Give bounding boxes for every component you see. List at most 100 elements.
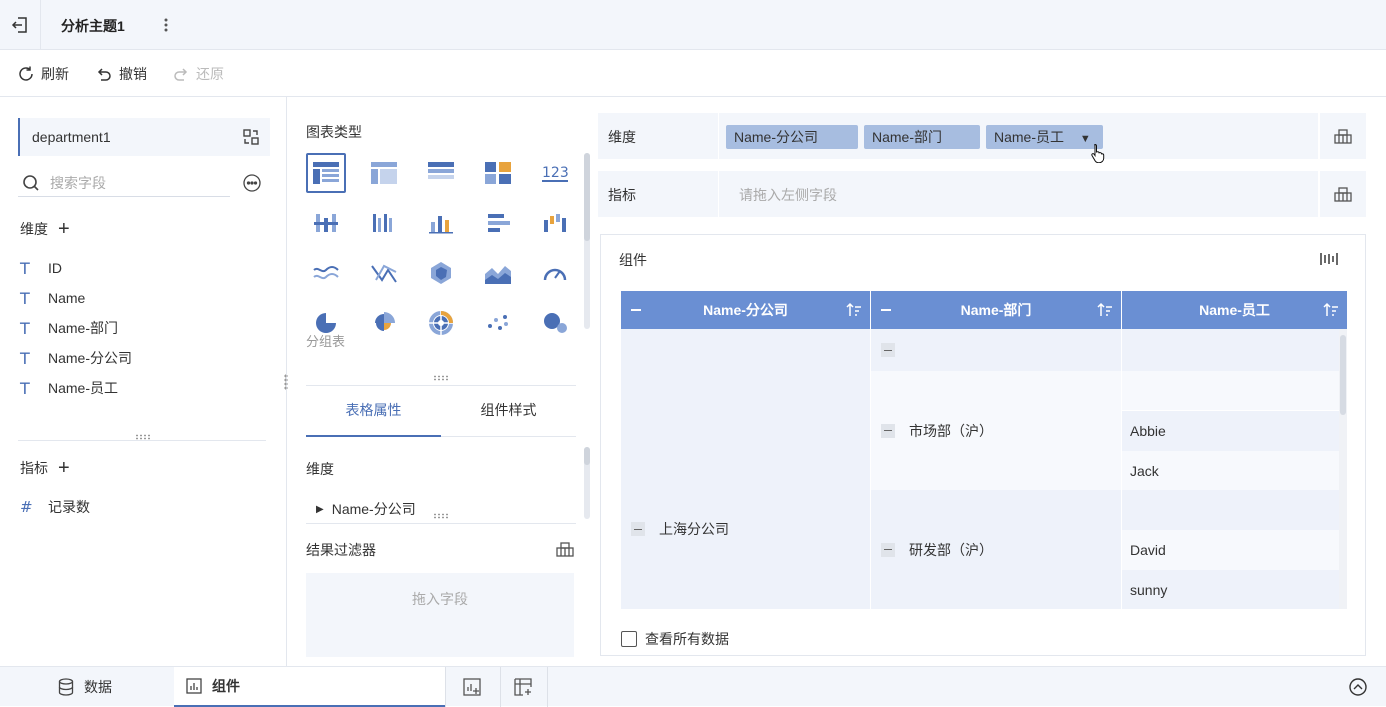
cell-label: Jack bbox=[1130, 462, 1159, 479]
refresh-button[interactable]: 刷新 bbox=[17, 64, 69, 84]
redo-button[interactable]: 还原 bbox=[172, 64, 224, 84]
dimension-pill-branch[interactable]: Name-分公司 bbox=[726, 125, 858, 149]
rose-pie-chart-icon[interactable] bbox=[364, 303, 404, 343]
number-card-chart-icon[interactable]: 123 bbox=[535, 153, 575, 193]
sunburst-chart-icon[interactable] bbox=[421, 303, 461, 343]
dimension-prop-item[interactable]: ▶ Name-分公司 bbox=[316, 499, 416, 519]
table-cell-employee[interactable]: Abbie bbox=[1122, 411, 1347, 451]
scrollbar-thumb[interactable] bbox=[584, 153, 590, 241]
dimension-pill-dept[interactable]: Name-部门 bbox=[864, 125, 980, 149]
header-employee[interactable]: Name-员工 bbox=[1122, 291, 1347, 329]
tab-component[interactable]: 组件 bbox=[174, 667, 445, 707]
stacked-bar-chart-icon[interactable] bbox=[306, 203, 346, 243]
collapse-all-icon[interactable] bbox=[631, 309, 641, 311]
table-cell-dept-total[interactable] bbox=[871, 329, 1122, 371]
field-item-name[interactable]: T Name bbox=[20, 288, 85, 308]
field-item-name-branch[interactable]: T Name-分公司 bbox=[20, 348, 132, 368]
add-dimension-icon[interactable]: + bbox=[58, 219, 70, 239]
more-vertical-icon[interactable] bbox=[159, 15, 173, 35]
sort-icon[interactable] bbox=[846, 302, 862, 318]
field-item-record-count[interactable]: # 记录数 bbox=[20, 497, 90, 517]
dimension-pill-employee[interactable]: Name-员工 ▼ bbox=[986, 125, 1103, 149]
divider bbox=[718, 171, 719, 217]
toolbar: 刷新 撤销 还原 bbox=[0, 50, 1386, 97]
header-branch[interactable]: Name-分公司 bbox=[621, 291, 871, 329]
svg-text:123: 123 bbox=[542, 165, 569, 181]
collapse-icon[interactable] bbox=[881, 423, 895, 438]
field-item-id[interactable]: T ID bbox=[20, 258, 62, 278]
collapse-all-icon[interactable] bbox=[881, 309, 891, 311]
table-cell-employee[interactable]: David bbox=[1122, 530, 1347, 570]
measure-shelf[interactable]: 指标 请拖入左侧字段 bbox=[598, 171, 1366, 217]
column-settings-icon[interactable] bbox=[1319, 251, 1339, 267]
column-chart-icon[interactable] bbox=[421, 203, 461, 243]
area-chart-icon[interactable] bbox=[478, 253, 518, 293]
collapse-icon[interactable] bbox=[881, 542, 895, 557]
measure-drop-placeholder: 请拖入左侧字段 bbox=[739, 187, 837, 203]
table-cell-dept[interactable]: 研发部（沪） bbox=[871, 490, 1122, 609]
table-cell-branch[interactable]: 上海分公司 bbox=[621, 329, 871, 609]
expand-triangle-icon[interactable]: ▶ bbox=[316, 504, 324, 515]
add-measure-icon[interactable]: + bbox=[58, 458, 70, 478]
horizontal-bar-chart-icon[interactable] bbox=[478, 203, 518, 243]
sort-icon[interactable] bbox=[1097, 302, 1113, 318]
add-dashboard-icon[interactable] bbox=[513, 677, 533, 697]
dimension-shelf[interactable]: 维度 Name-分公司 Name-部门 Name-员工 ▼ bbox=[598, 113, 1366, 163]
table-cell-dept[interactable]: 市场部（沪） bbox=[871, 371, 1122, 490]
exit-icon[interactable] bbox=[10, 15, 30, 35]
header-label: Name-员工 bbox=[1199, 302, 1270, 318]
table-cell-employee[interactable]: Jack bbox=[1122, 451, 1347, 490]
field-item-name-employee[interactable]: T Name-员工 bbox=[20, 378, 118, 398]
cell-label: 上海分公司 bbox=[659, 521, 729, 537]
header-dept[interactable]: Name-部门 bbox=[871, 291, 1122, 329]
bottom-bar: 数据 组件 bbox=[0, 666, 1386, 707]
collapse-up-icon[interactable] bbox=[1348, 677, 1368, 697]
property-scrollbar[interactable] bbox=[584, 447, 590, 519]
dimension-shelf-settings[interactable] bbox=[1318, 113, 1366, 159]
dataset-selector[interactable]: department1 bbox=[18, 118, 270, 156]
gauge-chart-icon[interactable] bbox=[535, 253, 575, 293]
filter-settings-icon[interactable] bbox=[555, 540, 575, 558]
tab-data[interactable]: 数据 bbox=[58, 667, 173, 707]
scrollbar-thumb[interactable] bbox=[584, 447, 590, 465]
filter-drop-zone[interactable]: 拖入字段 bbox=[306, 573, 574, 657]
detail-table-chart-icon[interactable] bbox=[421, 153, 461, 193]
table-scrollbar[interactable] bbox=[1339, 329, 1347, 609]
grouped-bar-chart-icon[interactable] bbox=[364, 203, 404, 243]
field-item-name-dept[interactable]: T Name-部门 bbox=[20, 318, 118, 338]
resize-handle[interactable] bbox=[433, 513, 449, 519]
measure-shelf-settings[interactable] bbox=[1318, 171, 1366, 217]
sort-icon[interactable] bbox=[1323, 302, 1339, 318]
tab-table-properties[interactable]: 表格属性 bbox=[306, 393, 441, 437]
collapse-icon[interactable] bbox=[881, 343, 895, 357]
scrollbar-thumb[interactable] bbox=[1340, 335, 1346, 415]
waterfall-chart-icon[interactable] bbox=[535, 203, 575, 243]
grouped-table-chart-icon[interactable] bbox=[306, 153, 346, 193]
chart-type-scrollbar[interactable] bbox=[584, 153, 590, 329]
kpi-card-chart-icon[interactable] bbox=[478, 153, 518, 193]
dimension-section-header: 维度 + bbox=[20, 219, 70, 239]
cross-table-chart-icon[interactable] bbox=[364, 153, 404, 193]
resize-handle[interactable] bbox=[433, 375, 449, 381]
add-component-icon[interactable] bbox=[462, 677, 482, 697]
property-tabs: 表格属性 组件样式 bbox=[306, 393, 576, 437]
line-chart-icon[interactable] bbox=[306, 253, 346, 293]
filter-drop-text: 拖入字段 bbox=[412, 591, 468, 607]
switch-dataset-icon[interactable] bbox=[242, 128, 260, 146]
show-all-data-checkbox[interactable]: 查看所有数据 bbox=[621, 629, 729, 649]
text-field-icon: T bbox=[20, 288, 30, 308]
search-field-input[interactable]: 搜索字段 bbox=[18, 169, 230, 197]
collapse-icon[interactable] bbox=[631, 522, 645, 536]
checkbox[interactable] bbox=[621, 631, 637, 647]
bubble-chart-icon[interactable] bbox=[535, 303, 575, 343]
radar-chart-icon[interactable] bbox=[421, 253, 461, 293]
parallel-line-chart-icon[interactable] bbox=[364, 253, 404, 293]
search-placeholder: 搜索字段 bbox=[50, 174, 106, 191]
table-cell-employee[interactable]: sunny bbox=[1122, 570, 1347, 609]
more-options-icon[interactable] bbox=[242, 173, 262, 193]
scatter-chart-icon[interactable] bbox=[478, 303, 518, 343]
header-label: Name-分公司 bbox=[703, 302, 788, 318]
text-field-icon: T bbox=[20, 378, 30, 398]
tab-component-style[interactable]: 组件样式 bbox=[441, 393, 576, 437]
undo-button[interactable]: 撤销 bbox=[95, 64, 147, 84]
